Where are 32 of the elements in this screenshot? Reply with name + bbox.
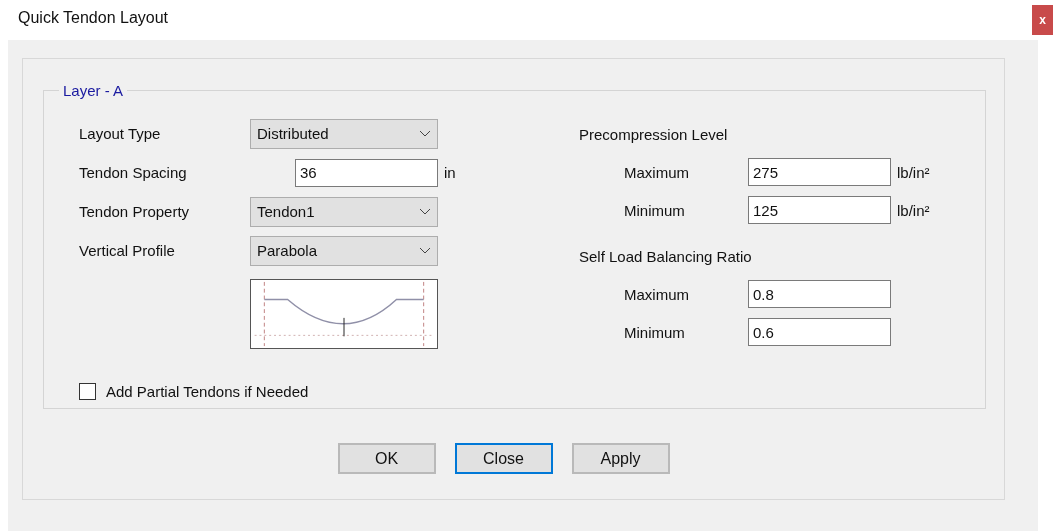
input-field[interactable]: 125 [748, 196, 891, 224]
field-label: Vertical Profile [79, 242, 176, 259]
dialog-button[interactable]: Close [454, 443, 553, 474]
input-field[interactable]: 36 [295, 158, 438, 187]
field-label: Layout Type [79, 125, 162, 142]
input-field[interactable]: 0.8 [748, 280, 891, 308]
window-close-icon[interactable]: x [1032, 5, 1053, 35]
input-field[interactable]: 0.6 [748, 318, 891, 346]
section-heading: Self Load Balancing Ratio [579, 246, 753, 267]
window-title: Quick Tendon Layout [18, 9, 169, 27]
checkbox[interactable] [79, 383, 96, 400]
dropdown[interactable]: Distributed [250, 118, 438, 149]
dropdown[interactable]: Tendon1 [250, 196, 438, 227]
dropdown[interactable]: Parabola [250, 235, 438, 266]
section-heading: Precompression Level [579, 124, 729, 145]
unit-label: lb/in² [897, 201, 930, 219]
checkbox-label: Add Partial Tendons if Needed [106, 383, 309, 400]
field-label: Tendon Property [79, 203, 191, 220]
chevron-down-icon [419, 130, 431, 137]
unit-label: in [444, 164, 456, 181]
dialog-button[interactable]: Apply [571, 443, 670, 474]
dialog-button[interactable]: OK [337, 443, 436, 474]
chevron-down-icon [419, 208, 431, 215]
field-label: Maximum [624, 163, 690, 181]
field-label: Minimum [624, 201, 686, 219]
chevron-down-icon [419, 247, 431, 254]
field-label: Minimum [624, 323, 686, 341]
group-title: Layer - A [62, 82, 125, 99]
field-label: Tendon Spacing [79, 164, 188, 181]
field-label: Maximum [624, 285, 690, 303]
input-field[interactable]: 275 [748, 158, 891, 186]
unit-label: lb/in² [897, 163, 930, 181]
